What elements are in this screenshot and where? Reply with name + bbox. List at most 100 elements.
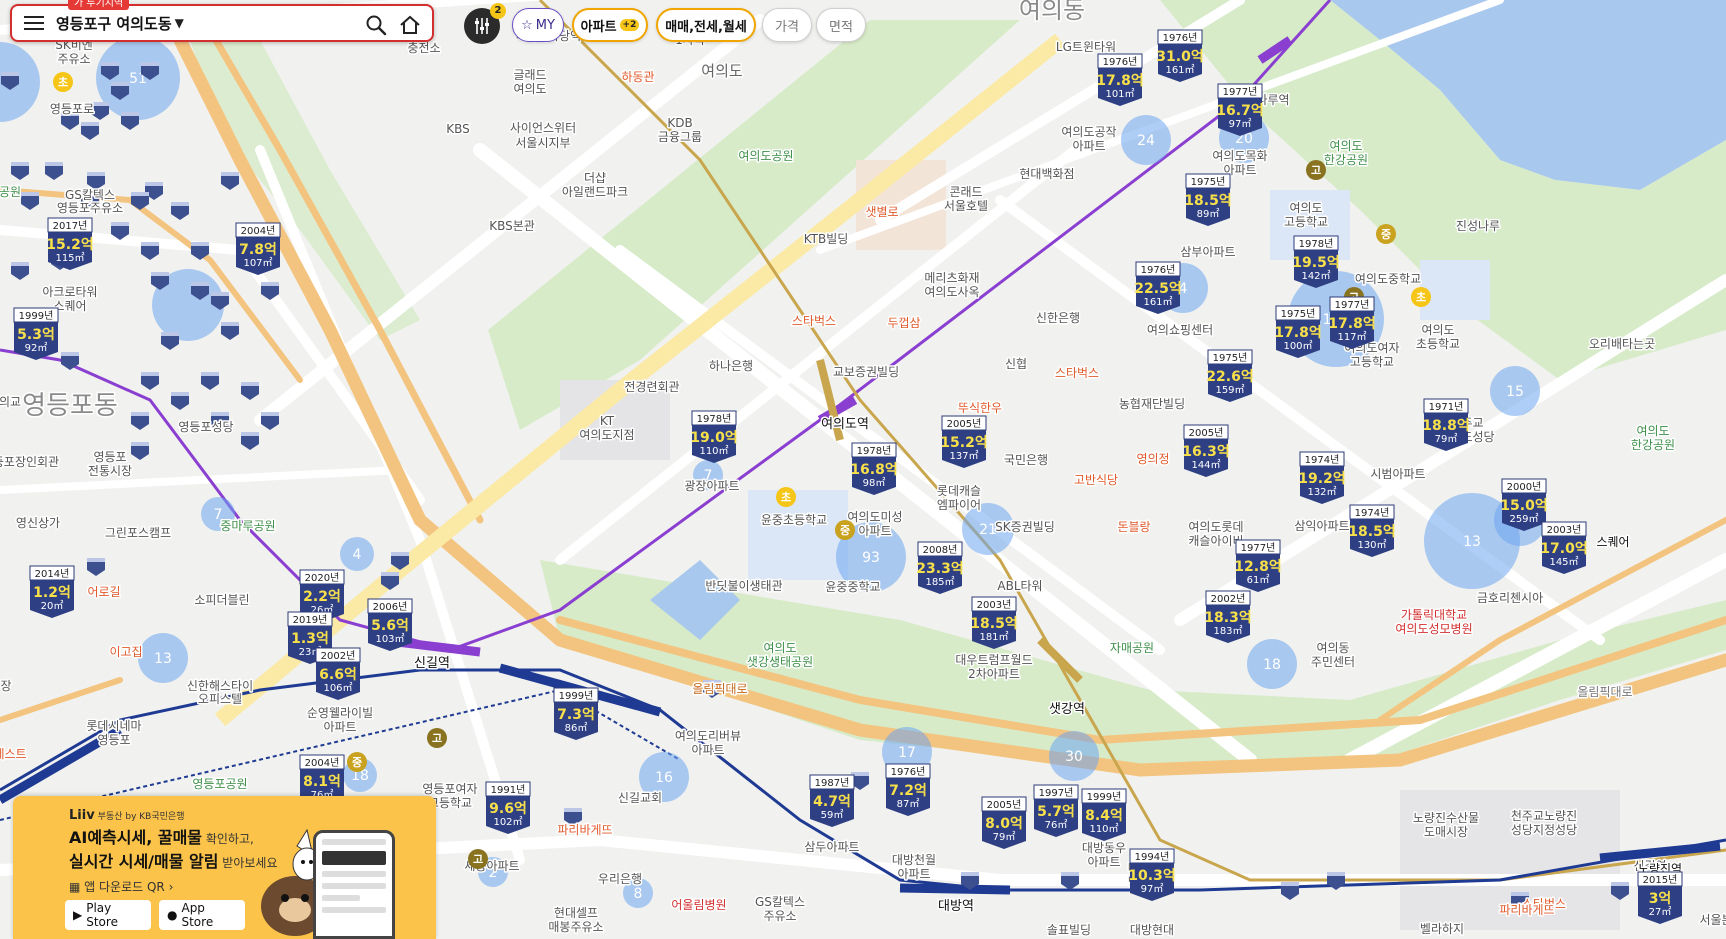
apple-icon: ● bbox=[167, 908, 178, 922]
school-icon[interactable]: 고 bbox=[468, 849, 488, 869]
listing-area: 102㎡ bbox=[493, 816, 522, 828]
listing-year: 1974년 bbox=[1355, 507, 1390, 519]
map-place-label: 사이언스위터 bbox=[510, 121, 576, 135]
map-place-label: 아파트 bbox=[323, 720, 356, 734]
listing-marker[interactable]: 1975년 18.5억89㎡ bbox=[1184, 173, 1232, 226]
listing-marker[interactable]: 1974년 18.5억130㎡ bbox=[1348, 504, 1396, 557]
complex-cluster[interactable]: 30 bbox=[1049, 731, 1099, 781]
school-icon[interactable]: 고 bbox=[1306, 160, 1326, 180]
my-button[interactable]: ☆ MY bbox=[512, 8, 564, 42]
map-place-label: KBS본관 bbox=[489, 219, 535, 233]
listing-marker[interactable]: 1977년 17.8억117㎡ bbox=[1328, 296, 1376, 349]
map-place-label: 주민센터 bbox=[1311, 655, 1355, 669]
search-icon[interactable] bbox=[364, 13, 388, 37]
listing-marker[interactable]: 1997년 5.7억76㎡ bbox=[1033, 784, 1079, 837]
listing-price: 18.5억 bbox=[1348, 524, 1395, 540]
listing-marker[interactable]: 2006년 5.6억103㎡ bbox=[367, 598, 413, 651]
chevron-down-icon[interactable]: ▼ bbox=[175, 16, 184, 30]
listing-marker[interactable]: 2003년 18.5억181㎡ bbox=[970, 596, 1018, 649]
listing-marker[interactable]: 1999년 7.3억86㎡ bbox=[553, 687, 599, 740]
school-icon[interactable]: 고 bbox=[427, 728, 447, 748]
map-place-label: 돈블랑 bbox=[1117, 520, 1150, 534]
map-place-label: 신협 bbox=[1005, 357, 1027, 371]
cluster-count: 30 bbox=[1065, 749, 1083, 765]
map-place-label: GS칼텍스 bbox=[755, 895, 805, 909]
listing-marker[interactable]: 2005년 16.3억144㎡ bbox=[1182, 424, 1230, 477]
listing-marker[interactable]: 1975년 22.6억159㎡ bbox=[1206, 349, 1254, 402]
map-place-label: 영등포여자 bbox=[422, 782, 477, 796]
menu-icon[interactable] bbox=[12, 4, 56, 42]
map-place-label: 영등포주유소 bbox=[57, 201, 123, 215]
listing-marker[interactable]: 2003년 17.0억145㎡ bbox=[1540, 521, 1588, 574]
app-store-button[interactable]: ● App Store bbox=[159, 900, 245, 930]
listing-marker[interactable]: 2005년 8.0억79㎡ bbox=[981, 796, 1027, 849]
listing-marker[interactable]: 1978년 19.5억142㎡ bbox=[1292, 235, 1340, 288]
listing-marker[interactable]: 1976년 7.2억87㎡ bbox=[885, 763, 931, 816]
map-place-label: 엠파이어 bbox=[937, 498, 981, 512]
listing-area: 86㎡ bbox=[565, 722, 588, 734]
listing-area: 110㎡ bbox=[699, 445, 728, 457]
search-box[interactable]: 가 투기지역 영등포구 여의도동 ▼ bbox=[10, 0, 434, 42]
listing-marker[interactable]: 1987년 4.7억59㎡ bbox=[809, 774, 855, 827]
listing-price: 17.8억 bbox=[1096, 73, 1143, 89]
listing-marker[interactable]: 1991년 9.6억102㎡ bbox=[485, 781, 531, 834]
map-place-label: 전경련회관 bbox=[624, 380, 679, 394]
listing-marker[interactable]: 1977년 16.7억97㎡ bbox=[1216, 83, 1264, 136]
app-promo-banner[interactable]: Liiv 부동산 by KB국민은행 AI예측시세, 꿀매물 확인하고, 실시간 … bbox=[13, 796, 436, 939]
listing-marker[interactable]: 1994년 10.3억97㎡ bbox=[1128, 848, 1176, 901]
listing-marker[interactable]: 2002년 6.6억106㎡ bbox=[315, 647, 361, 700]
map-place-label: 여의도역 bbox=[821, 417, 869, 432]
region-name[interactable]: 영등포구 여의도동 bbox=[56, 13, 172, 34]
complex-cluster[interactable]: 15 bbox=[1490, 366, 1540, 416]
listing-year: 1978년 bbox=[857, 445, 892, 457]
listing-marker[interactable]: 1999년 8.4억110㎡ bbox=[1081, 788, 1127, 841]
listing-marker[interactable]: 2008년 23.3억185㎡ bbox=[916, 541, 964, 594]
map-place-label: 벨라하지 bbox=[1420, 922, 1464, 936]
home-icon[interactable] bbox=[398, 13, 422, 37]
deal-type-filter[interactable]: 매매,전세,월세 bbox=[656, 8, 756, 42]
listing-marker[interactable]: 2017년 15.2억115㎡ bbox=[46, 217, 94, 270]
complex-cluster[interactable]: 13 bbox=[138, 633, 188, 683]
school-icon[interactable]: 초 bbox=[1411, 287, 1431, 307]
extra-types-badge: +2 bbox=[619, 19, 640, 31]
listing-price: 17.0억 bbox=[1540, 541, 1587, 557]
cluster-count: 15 bbox=[1506, 384, 1524, 400]
listing-marker[interactable]: 1999년 5.3억92㎡ bbox=[13, 307, 59, 360]
listing-marker[interactable]: 1978년 16.8억98㎡ bbox=[850, 442, 898, 495]
map-place-label: 여의도사옥 bbox=[924, 285, 979, 299]
listing-year: 1977년 bbox=[1335, 299, 1370, 311]
school-icon[interactable]: 초 bbox=[776, 487, 796, 507]
listing-price: 19.5억 bbox=[1292, 255, 1339, 271]
complex-cluster[interactable]: 24 bbox=[1121, 115, 1171, 165]
price-filter[interactable]: 가격 bbox=[762, 8, 812, 42]
listing-marker[interactable]: 1977년 12.8억61㎡ bbox=[1234, 539, 1282, 592]
school-level-label: 고 bbox=[1311, 164, 1321, 177]
listing-marker[interactable]: 2005년 15.2억137㎡ bbox=[940, 415, 988, 468]
cluster-count: 16 bbox=[655, 770, 673, 786]
listing-marker[interactable]: 2014년 1.2억20㎡ bbox=[29, 565, 75, 618]
listing-marker[interactable]: 1978년 19.0억110㎡ bbox=[690, 410, 738, 463]
listing-marker[interactable]: 1971년 18.8억79㎡ bbox=[1422, 398, 1470, 451]
area-filter[interactable]: 면적 bbox=[816, 8, 866, 42]
listing-year: 2003년 bbox=[1547, 524, 1582, 536]
school-icon[interactable]: 중 bbox=[347, 752, 367, 772]
school-icon[interactable]: 초 bbox=[53, 72, 73, 92]
complex-cluster[interactable]: 18 bbox=[1247, 639, 1297, 689]
play-store-button[interactable]: ▶ Play Store bbox=[65, 900, 151, 930]
listing-marker[interactable]: 1976년 17.8억101㎡ bbox=[1096, 53, 1144, 106]
listing-marker[interactable]: 1974년 19.2억132㎡ bbox=[1298, 451, 1346, 504]
listing-marker[interactable]: 2000년 15.0억259㎡ bbox=[1500, 478, 1548, 531]
listing-marker[interactable]: 2004년 7.8억107㎡ bbox=[235, 222, 281, 275]
listing-marker[interactable]: 1976년 22.5억161㎡ bbox=[1134, 261, 1182, 314]
listing-marker[interactable]: 2002년 18.3억183㎡ bbox=[1204, 590, 1252, 643]
listing-marker[interactable]: 1975년 17.8억100㎡ bbox=[1274, 305, 1322, 358]
listing-marker[interactable]: 2015년 3억27㎡ bbox=[1637, 871, 1683, 924]
listing-year: 1974년 bbox=[1305, 454, 1340, 466]
complex-cluster[interactable]: 4 bbox=[340, 537, 374, 571]
qr-download-link[interactable]: ▦ 앱 다운로드 QR › bbox=[69, 878, 173, 895]
listing-area: 89㎡ bbox=[1197, 208, 1220, 220]
school-icon[interactable]: 중 bbox=[835, 520, 855, 540]
property-type-filter[interactable]: 아파트 +2 bbox=[572, 8, 648, 42]
school-icon[interactable]: 중 bbox=[1376, 224, 1396, 244]
listing-marker[interactable]: 1976년 31.0억161㎡ bbox=[1156, 29, 1204, 82]
